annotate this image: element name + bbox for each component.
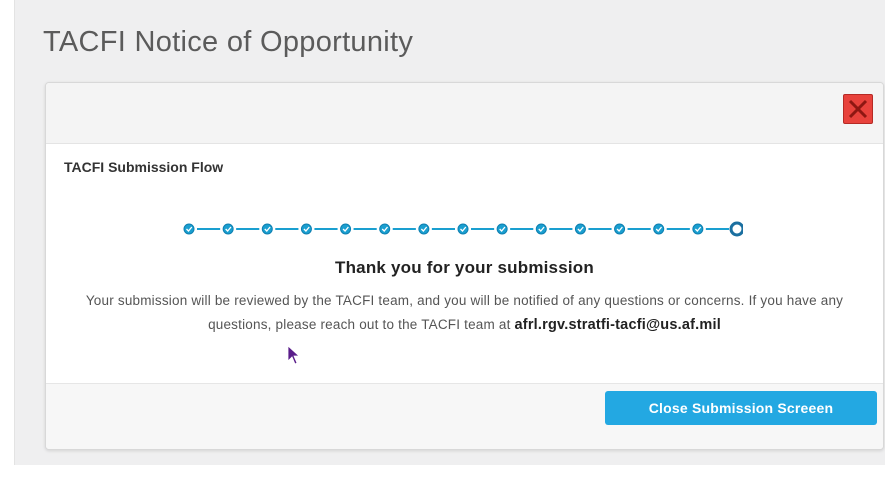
page-background: TACFI Notice of Opportunity TACFI Submis… xyxy=(15,0,885,465)
message-text: Your submission will be reviewed by the … xyxy=(85,293,844,332)
close-x-icon[interactable] xyxy=(843,94,873,124)
stepper-step-completed xyxy=(496,223,508,235)
stepper-step-completed xyxy=(183,223,195,235)
stepper-step-completed xyxy=(614,223,626,235)
confirmation-message: Your submission will be reviewed by the … xyxy=(62,289,867,337)
stepper-step-completed xyxy=(535,223,547,235)
stepper-step-completed xyxy=(653,223,665,235)
contact-email[interactable]: afrl.rgv.stratfi-tacfi@us.af.mil xyxy=(515,317,721,333)
close-submission-button[interactable]: Close Submission Screeen xyxy=(605,391,877,425)
stepper-step-completed xyxy=(222,223,234,235)
stepper-step-completed xyxy=(692,223,704,235)
stepper-step-completed xyxy=(574,223,586,235)
flow-title: TACFI Submission Flow xyxy=(64,159,224,175)
thank-you-heading: Thank you for your submission xyxy=(335,258,594,277)
progress-stepper xyxy=(183,221,743,237)
stepper-step-current xyxy=(729,221,743,237)
modal-header xyxy=(46,83,883,144)
stepper-step-completed xyxy=(300,223,312,235)
stepper-step-completed xyxy=(418,223,430,235)
page-title: TACFI Notice of Opportunity xyxy=(43,26,414,58)
mouse-cursor-icon xyxy=(287,345,301,365)
submission-modal: TACFI Submission Flow Thank you for your… xyxy=(45,82,884,450)
stepper-step-completed xyxy=(379,223,391,235)
stepper-step-completed xyxy=(340,223,352,235)
stepper-step-completed xyxy=(457,223,469,235)
modal-footer: Close Submission Screeen xyxy=(46,383,883,449)
stepper-step-completed xyxy=(261,223,273,235)
left-edge xyxy=(0,0,15,485)
bottom-band xyxy=(0,465,885,485)
